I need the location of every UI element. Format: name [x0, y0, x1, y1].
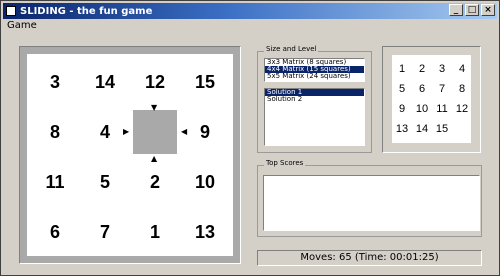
tile[interactable]: 8	[30, 107, 80, 157]
tile[interactable]: 14	[80, 57, 130, 107]
tile[interactable]: 6	[30, 207, 80, 257]
solution-grid: 1 2 3 4 5 6 7 8 9 10 11 12 13 14 15	[392, 55, 471, 143]
solution-cell: 10	[415, 103, 429, 115]
size-level-group: Size and Level 3x3 Matrix (8 squares) 4x…	[257, 45, 372, 153]
solution-cell: 9	[398, 103, 406, 115]
solution-cell: 2	[418, 63, 426, 75]
tile[interactable]: 2	[130, 157, 180, 207]
tile[interactable]: 5	[80, 157, 130, 207]
arrow-down-icon: ▼	[151, 103, 158, 112]
solution-preview: 1 2 3 4 5 6 7 8 9 10 11 12 13 14 15	[382, 46, 481, 153]
tile[interactable]: 9	[180, 107, 230, 157]
size-level-title: Size and Level	[264, 45, 319, 53]
empty-slot	[133, 110, 177, 154]
tile[interactable]: 13	[180, 207, 230, 257]
arrow-up-icon: ▲	[151, 154, 158, 163]
solution-option[interactable]: Solution 1	[265, 89, 364, 96]
solution-cell: 6	[418, 83, 426, 95]
app-window: SLIDING - the fun game _ □ × Game 3 14 1…	[0, 0, 500, 276]
tile[interactable]: 3	[30, 57, 80, 107]
solution-cell: 13	[395, 123, 409, 135]
top-scores-list[interactable]	[263, 175, 480, 231]
maximize-button[interactable]: □	[465, 4, 479, 16]
tile[interactable]: 1	[130, 207, 180, 257]
solution-cell: 11	[436, 103, 448, 115]
tile[interactable]: 7	[80, 207, 130, 257]
puzzle-board: 3 14 12 15 8 4 9 11 5 2 10 6 7 1 13 ▼ ▶ …	[27, 54, 233, 256]
minimize-button[interactable]: _	[449, 4, 463, 16]
solution-cell: 12	[455, 103, 469, 115]
tile[interactable]: 11	[30, 157, 80, 207]
window-title: SLIDING - the fun game	[20, 5, 153, 17]
solution-listbox[interactable]: Solution 1 Solution 2	[264, 88, 365, 146]
arrow-left-icon: ◀	[181, 127, 188, 136]
solution-cell: 8	[458, 83, 466, 95]
top-scores-title: Top Scores	[264, 159, 306, 167]
menu-game[interactable]: Game	[3, 20, 41, 31]
arrow-right-icon: ▶	[123, 127, 130, 136]
app-icon	[6, 6, 16, 16]
solution-cell: 7	[438, 83, 446, 95]
solution-cell: 5	[398, 83, 406, 95]
size-option[interactable]: 5x5 Matrix (24 squares)	[265, 73, 364, 80]
solution-cell: 15	[435, 123, 449, 135]
close-button[interactable]: ×	[481, 4, 495, 16]
menu-bar: Game	[3, 20, 41, 34]
size-option[interactable]: 3x3 Matrix (8 squares)	[265, 59, 364, 66]
title-bar[interactable]: SLIDING - the fun game _ □ ×	[3, 3, 497, 19]
tile[interactable]: 10	[180, 157, 230, 207]
solution-cell: 4	[458, 63, 466, 75]
status-bar: Moves: 65 (Time: 00:01:25)	[257, 250, 482, 266]
puzzle-board-frame: 3 14 12 15 8 4 9 11 5 2 10 6 7 1 13 ▼ ▶ …	[19, 46, 241, 264]
size-option[interactable]: 4x4 Matrix (15 squares)	[265, 66, 364, 73]
solution-option[interactable]: Solution 2	[265, 96, 364, 103]
solution-cell: 14	[415, 123, 429, 135]
solution-cell: 3	[438, 63, 446, 75]
tile[interactable]: 15	[180, 57, 230, 107]
solution-cell: 1	[398, 63, 406, 75]
size-listbox[interactable]: 3x3 Matrix (8 squares) 4x4 Matrix (15 sq…	[264, 58, 365, 82]
tile[interactable]: 12	[130, 57, 180, 107]
